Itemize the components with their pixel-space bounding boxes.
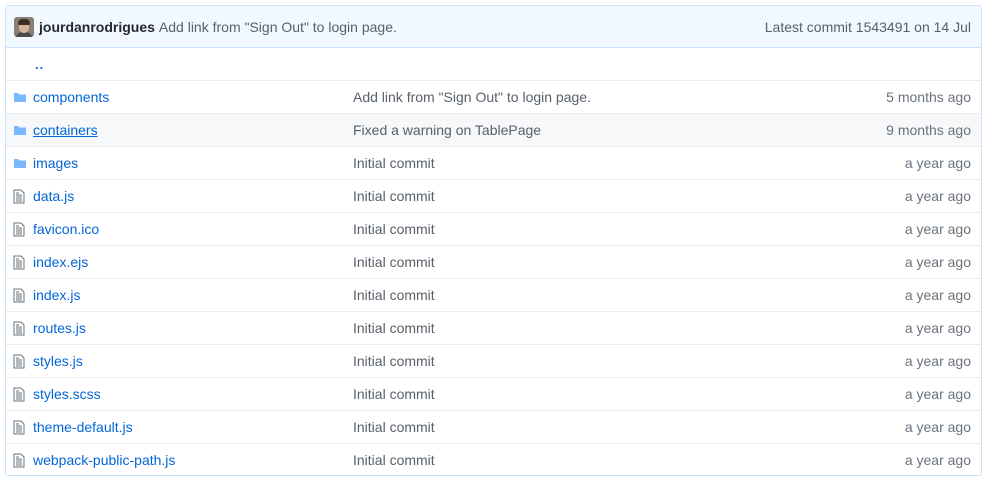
file-commit-message-link[interactable]: Initial commit [353, 386, 905, 402]
file-commit-message-link[interactable]: Initial commit [353, 254, 905, 270]
file-name-link[interactable]: containers [33, 122, 353, 138]
file-row[interactable]: containers Fixed a warning on TablePage 9 … [6, 113, 981, 146]
file-name-link[interactable]: routes.js [33, 320, 353, 336]
file-age: a year ago [904, 221, 971, 237]
folder-icon [6, 157, 33, 169]
file-icon [6, 255, 33, 270]
file-age: 5 months ago [886, 89, 971, 105]
file-row[interactable]: components Add link from "Sign Out" to lo… [6, 80, 981, 113]
parent-directory-row[interactable]: .. [6, 48, 981, 80]
file-name-link[interactable]: data.js [33, 188, 353, 204]
file-row[interactable]: favicon.ico Initial commit a year ago [6, 212, 981, 245]
file-icon [6, 288, 33, 303]
file-commit-message-link[interactable]: Fixed a warning on TablePage [353, 122, 886, 138]
file-name-link[interactable]: components [33, 89, 353, 105]
file-name-link[interactable]: favicon.ico [33, 221, 353, 237]
file-icon [6, 387, 33, 402]
file-commit-message-link[interactable]: Initial commit [353, 419, 905, 435]
file-commit-message-link[interactable]: Initial commit [353, 155, 905, 171]
folder-icon [6, 91, 33, 103]
file-icon [6, 354, 33, 369]
file-name-link[interactable]: images [33, 155, 353, 171]
file-row[interactable]: styles.scss Initial commit a year ago [6, 377, 981, 410]
file-commit-message-link[interactable]: Initial commit [353, 452, 905, 468]
file-browser: jourdanrodrigues Add link from "Sign Out… [5, 5, 982, 476]
file-list: .. components Add link from "Sign Out" to… [6, 48, 981, 475]
folder-icon [6, 124, 33, 136]
file-commit-message-link[interactable]: Initial commit [353, 320, 905, 336]
file-age: a year ago [904, 287, 971, 303]
file-name-link[interactable]: webpack-public-path.js [33, 452, 353, 468]
file-name-link[interactable]: index.js [33, 287, 353, 303]
file-row[interactable]: theme-default.js Initial commit a year ago [6, 410, 981, 443]
file-age: a year ago [904, 155, 971, 171]
file-name-link[interactable]: styles.scss [33, 386, 353, 402]
file-row[interactable]: index.js Initial commit a year ago [6, 278, 981, 311]
file-age: 9 months ago [886, 122, 971, 138]
file-age: a year ago [904, 419, 971, 435]
file-commit-message-link[interactable]: Initial commit [353, 353, 905, 369]
file-icon [6, 420, 33, 435]
file-row[interactable]: webpack-public-path.js Initial commit a ye… [6, 443, 981, 475]
file-name-link[interactable]: styles.js [33, 353, 353, 369]
file-commit-message-link[interactable]: Initial commit [353, 221, 905, 237]
latest-commit-info[interactable]: Latest commit 1543491 on 14 Jul [765, 19, 971, 35]
file-name-link[interactable]: index.ejs [33, 254, 353, 270]
file-age: a year ago [904, 452, 971, 468]
file-age: a year ago [904, 386, 971, 402]
file-row[interactable]: images Initial commit a year ago [6, 146, 981, 179]
file-row[interactable]: routes.js Initial commit a year ago [6, 311, 981, 344]
file-commit-message-link[interactable]: Initial commit [353, 287, 905, 303]
file-age: a year ago [904, 188, 971, 204]
file-age: a year ago [904, 254, 971, 270]
latest-commit-bar: jourdanrodrigues Add link from "Sign Out… [6, 6, 981, 48]
file-icon [6, 189, 33, 204]
file-icon [6, 453, 33, 468]
parent-directory-link[interactable]: .. [6, 57, 44, 72]
author-avatar[interactable] [14, 16, 34, 37]
file-row[interactable]: index.ejs Initial commit a year ago [6, 245, 981, 278]
commit-message-link[interactable]: Add link from "Sign Out" to login page. [159, 19, 765, 35]
file-commit-message-link[interactable]: Add link from "Sign Out" to login page. [353, 89, 886, 105]
file-icon [6, 222, 33, 237]
file-name-link[interactable]: theme-default.js [33, 419, 353, 435]
file-row[interactable]: styles.js Initial commit a year ago [6, 344, 981, 377]
file-age: a year ago [904, 353, 971, 369]
file-age: a year ago [904, 320, 971, 336]
file-row[interactable]: data.js Initial commit a year ago [6, 179, 981, 212]
file-icon [6, 321, 33, 336]
commit-author-link[interactable]: jourdanrodrigues [39, 19, 155, 35]
file-commit-message-link[interactable]: Initial commit [353, 188, 905, 204]
